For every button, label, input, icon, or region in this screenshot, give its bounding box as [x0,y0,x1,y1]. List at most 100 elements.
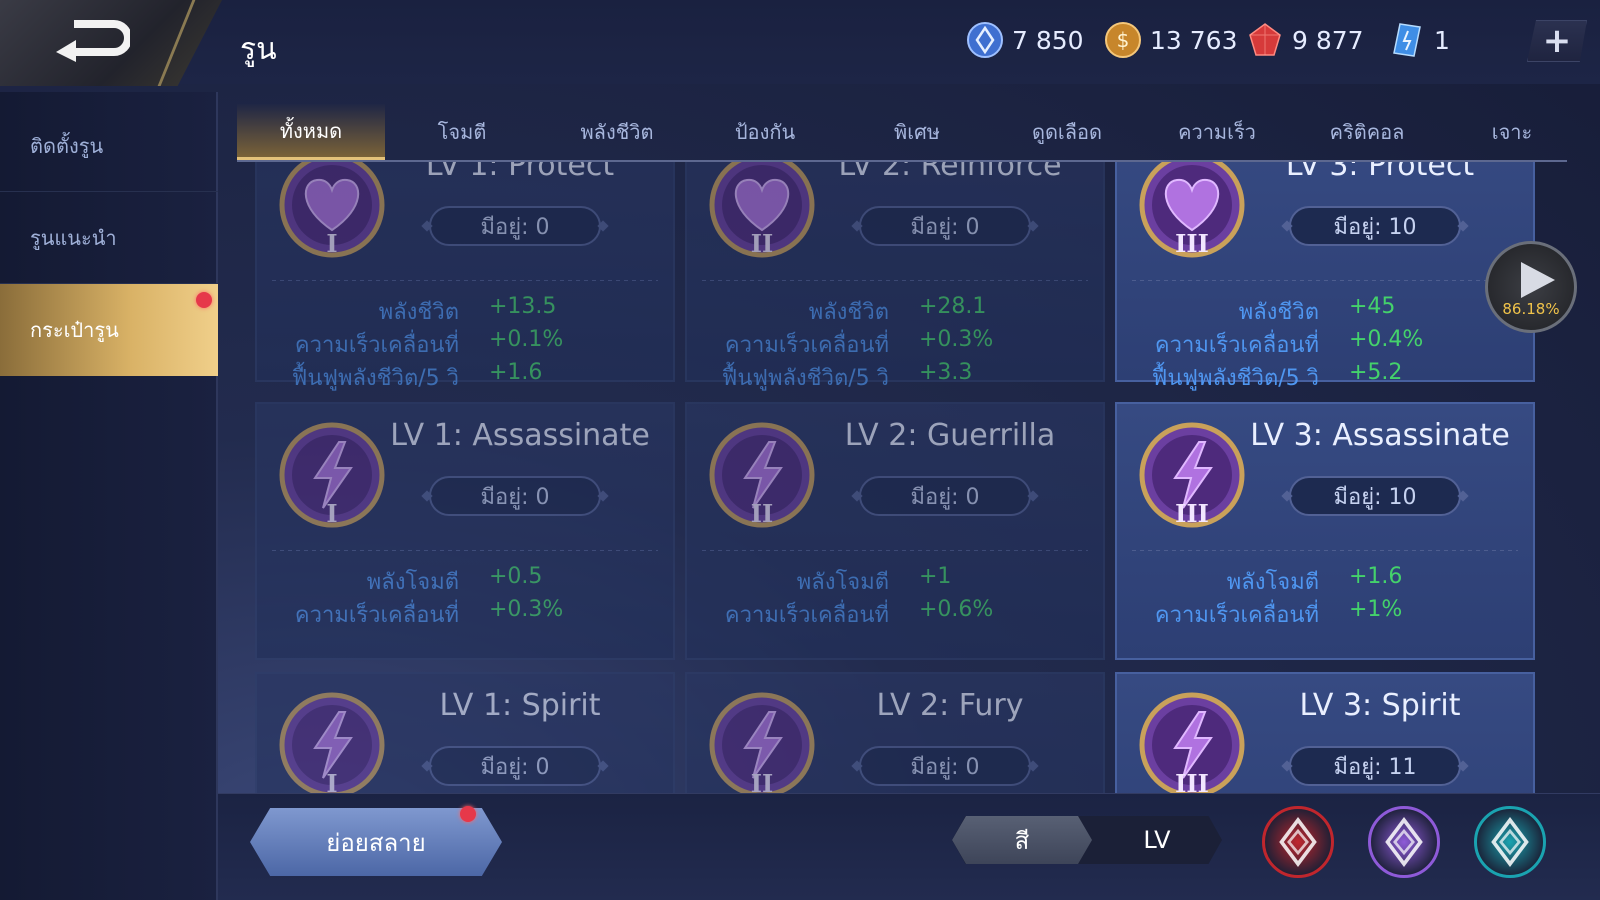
tab-special[interactable]: พิเศษ [852,104,982,160]
rune-title: LV 2: Guerrilla [844,418,1056,453]
currency-gold: $ 13 763 [1104,20,1237,60]
ruby-icon [1249,23,1281,56]
rune-title: LV 1: Spirit [439,688,601,723]
divider [1132,550,1518,551]
purple-rune-filter-icon [1385,816,1423,868]
purple-rune-filter-button[interactable] [1368,806,1440,878]
owned-count: มีอยู่: 0 [859,746,1031,786]
sidebar-item-install-rune[interactable]: ติดตั้งรูน [0,100,218,192]
currency-crystal: 1 [1388,20,1450,60]
svg-text:II: II [751,499,773,528]
sidebar: ติดตั้งรูน รูนแนะนำ กระเป๋ารูน [0,92,218,900]
stat-label: พลังชีวิต [378,300,459,325]
tab-lifesteal[interactable]: ดูดเลือด [992,104,1142,160]
red-rune-filter-icon [1279,816,1317,868]
add-currency-button[interactable]: + [1527,20,1587,62]
divider [272,550,658,551]
stat-row: ความเร็วเคลื่อนที่ +0.6% [687,597,1107,629]
play-button[interactable]: 86.18% [1485,241,1577,333]
rune-card[interactable]: I LV 1: Assassinate มีอยู่: 0 พลังโจมตี +0.5… [255,402,675,660]
stat-label: ฟื้นฟูพลังชีวิต/5 วิ [291,366,459,391]
stat-value: +1% [1349,597,1403,622]
sort-by-level-button[interactable]: LV [1092,816,1222,864]
teal-rune-filter-button[interactable] [1474,806,1546,878]
tab-critical[interactable]: คริติคอล [1292,104,1442,160]
svg-text:I: I [326,499,337,528]
stat-row: พลังโจมตี +1.6 [1117,564,1535,596]
stat-label: ความเร็วเคลื่อนที่ [724,333,889,358]
tab-defense[interactable]: ป้องกัน [695,104,835,160]
tab-attack[interactable]: โจมตี [402,104,522,160]
notification-dot [460,806,476,822]
rune-card[interactable]: I LV 1: Spirit มีอยู่: 0 [255,672,675,794]
currency-ruby: 9 877 [1246,20,1364,60]
stat-value: +0.3% [919,327,994,352]
stat-value: +0.3% [489,597,564,622]
stat-label: ความเร็วเคลื่อนที่ [294,333,459,358]
owned-count: มีอยู่: 0 [859,206,1031,246]
owned-count: มีอยู่: 0 [429,746,601,786]
stat-row: พลังโจมตี +1 [687,564,1107,596]
sidebar-item-recommended-rune[interactable]: รูนแนะนำ [0,192,218,284]
owned-count: มีอยู่: 11 [1289,746,1461,786]
play-progress: 86.18% [1502,300,1560,318]
svg-text:II: II [751,229,773,258]
stat-value: +0.4% [1349,327,1424,352]
owned-count: มีอยู่: 10 [1289,476,1461,516]
rune-card[interactable]: II LV 2: Fury มีอยู่: 0 [685,672,1105,794]
stat-label: พลังโจมตี [796,570,889,595]
stat-label: พลังชีวิต [1238,300,1319,325]
tab-all[interactable]: ทั้งหมด [237,104,385,160]
currency-value: 7 850 [1012,25,1084,55]
stat-value: +0.6% [919,597,994,622]
stat-value: +1.6 [1349,564,1403,589]
owned-count: มีอยู่: 0 [429,476,601,516]
rune-title: LV 3: Spirit [1299,688,1461,723]
sidebar-item-label: กระเป๋ารูน [30,318,119,342]
page-title: รูน [240,32,277,67]
stat-row: ความเร็วเคลื่อนที่ +0.1% [257,327,677,359]
sort-by-color-button[interactable]: สี [952,816,1092,864]
back-arrow-icon [56,20,130,62]
rune-grid[interactable]: I LV 1: Protect มีอยู่: 0 พลังชีวิต +13.5 ควา… [255,162,1535,794]
rune-title: LV 3: Assassinate [1250,418,1510,453]
tab-speed[interactable]: ความเร็ว [1142,104,1292,160]
sort-toggle: สี LV [952,816,1222,864]
rune-card[interactable]: I LV 1: Protect มีอยู่: 0 พลังชีวิต +13.5 ควา… [255,162,677,391]
sidebar-item-label: ติดตั้งรูน [30,133,104,158]
divider [702,550,1088,551]
stat-value: +5.2 [1349,360,1403,385]
stat-label: ความเร็วเคลื่อนที่ [294,603,459,628]
stat-value: +45 [1349,294,1396,319]
svg-text:III: III [1175,499,1209,528]
rune-title: LV 2: Fury [876,688,1024,723]
rune-card[interactable]: III LV 3: Spirit มีอยู่: 11 [1115,672,1535,794]
owned-count: มีอยู่: 0 [859,476,1031,516]
crystal-icon [1393,23,1421,57]
stat-label: พลังโจมตี [366,570,459,595]
rune-card[interactable]: III LV 3: Protect มีอยู่: 10 พลังชีวิต +45 คว… [1115,162,1535,391]
red-rune-filter-button[interactable] [1262,806,1334,878]
stat-row: ความเร็วเคลื่อนที่ +0.3% [257,597,677,629]
gold-coin-icon: $ [1105,22,1141,58]
stat-row: ฟื้นฟูพลังชีวิต/5 วิ +5.2 [1117,360,1535,392]
tab-hp[interactable]: พลังชีวิต [542,104,692,160]
stat-label: ฟื้นฟูพลังชีวิต/5 วิ [1151,366,1319,391]
rune-card[interactable]: II LV 2: Guerrilla มีอยู่: 0 พลังโจมตี +1 ควา… [685,402,1105,660]
rune-card[interactable]: II LV 2: Reinforce มีอยู่: 0 พลังชีวิต +28.1… [685,162,1107,391]
voucher-icon [967,22,1003,58]
currency-voucher: 7 850 [966,20,1084,60]
stat-value: +1.6 [489,360,543,385]
tab-penetration[interactable]: เจาะ [1452,104,1572,160]
stat-row: ฟื้นฟูพลังชีวิต/5 วิ +3.3 [687,360,1107,392]
stat-label: พลังโจมตี [1226,570,1319,595]
rune-card[interactable]: III LV 3: Assassinate มีอยู่: 10 พลังโจมตี +… [1115,402,1535,660]
rune-title: LV 2: Reinforce [838,162,1062,183]
stat-label: ความเร็วเคลื่อนที่ [1154,603,1319,628]
play-icon [1521,262,1555,298]
stat-label: ฟื้นฟูพลังชีวิต/5 วิ [721,366,889,391]
sidebar-item-rune-bag[interactable]: กระเป๋ารูน [0,284,218,376]
stat-row: ความเร็วเคลื่อนที่ +0.3% [687,327,1107,359]
rune-title: LV 1: Assassinate [390,418,650,453]
svg-text:II: II [751,769,773,794]
